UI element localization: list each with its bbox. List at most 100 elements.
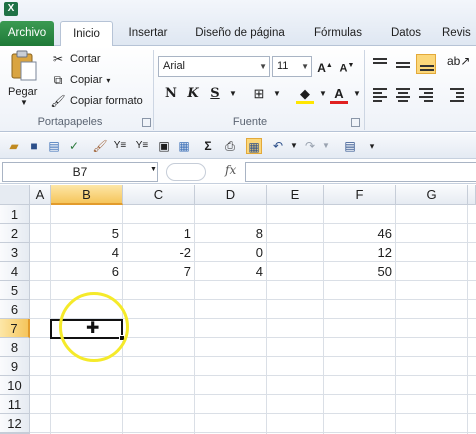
group-divider bbox=[153, 50, 154, 130]
format-painter-button[interactable]: 🖌 Copiar formato bbox=[50, 91, 142, 111]
formula-bar: B7 ▼ fx bbox=[0, 160, 476, 184]
filter-icon[interactable]: Y≡ bbox=[112, 138, 128, 154]
column-header-h[interactable] bbox=[468, 185, 476, 205]
align-right-icon[interactable] bbox=[416, 84, 436, 104]
row-header-8[interactable]: 8 bbox=[0, 338, 30, 357]
row-header-1[interactable]: 1 bbox=[0, 205, 30, 224]
chevron-down-icon[interactable]: ▼ bbox=[268, 84, 286, 104]
row-header-10[interactable]: 10 bbox=[0, 376, 30, 395]
align-center-icon[interactable] bbox=[393, 84, 413, 104]
fill-color-icon[interactable]: ◆ bbox=[296, 84, 314, 104]
column-header-a[interactable]: A bbox=[30, 185, 51, 205]
print-icon[interactable]: ⎙ bbox=[222, 138, 238, 154]
font-launcher-icon[interactable] bbox=[351, 118, 360, 127]
font-group-label: Fuente bbox=[232, 116, 268, 128]
tab-page-layout[interactable]: Diseño de página bbox=[188, 21, 292, 46]
tab-data[interactable]: Datos bbox=[383, 21, 429, 46]
chevron-down-icon[interactable]: ▼ bbox=[318, 138, 334, 154]
table-icon[interactable]: ▦ bbox=[176, 138, 192, 154]
print-preview-icon[interactable]: ▤ bbox=[46, 138, 62, 154]
redo-icon[interactable]: ↷ bbox=[302, 138, 318, 154]
grid-view-icon[interactable]: ▦ bbox=[246, 138, 262, 154]
customize-toolbar-icon[interactable]: ▾ bbox=[364, 138, 380, 154]
borders-icon[interactable]: ⊞ bbox=[250, 84, 268, 104]
row-header-6[interactable]: 6 bbox=[0, 300, 30, 319]
row-header-2[interactable]: 2 bbox=[0, 224, 30, 243]
row-header-11[interactable]: 11 bbox=[0, 395, 30, 414]
group-divider bbox=[364, 50, 365, 130]
name-box[interactable]: B7 bbox=[2, 162, 158, 182]
cell-d2[interactable]: 8 bbox=[195, 224, 267, 243]
font-color-icon[interactable]: A bbox=[330, 84, 348, 104]
excel-logo-icon: X bbox=[4, 2, 18, 16]
open-folder-icon[interactable]: ▰ bbox=[6, 138, 22, 154]
cut-button[interactable]: ✂ Cortar bbox=[50, 49, 101, 69]
font-size-combo[interactable]: 11 ▼ bbox=[272, 56, 312, 77]
decrease-indent-icon[interactable] bbox=[447, 84, 467, 104]
name-box-chevron-icon[interactable]: ▼ bbox=[150, 166, 157, 173]
tab-review[interactable]: Revis bbox=[442, 21, 476, 46]
tab-insert[interactable]: Insertar bbox=[120, 21, 176, 46]
shrink-font-icon[interactable]: A▼ bbox=[338, 56, 356, 76]
chevron-down-icon[interactable]: ▼ bbox=[286, 138, 302, 154]
orientation-icon[interactable]: ab↗ bbox=[447, 54, 470, 74]
clipboard-launcher-icon[interactable] bbox=[142, 118, 151, 127]
align-left-icon[interactable] bbox=[370, 84, 390, 104]
row-header-3[interactable]: 3 bbox=[0, 243, 30, 262]
row-header-4[interactable]: 4 bbox=[0, 262, 30, 281]
undo-icon[interactable]: ↶ bbox=[270, 138, 286, 154]
insert-function-icon[interactable]: fx bbox=[225, 163, 236, 177]
format-painter-icon[interactable]: 🖌 bbox=[92, 138, 108, 154]
sort-filter-icon[interactable]: Y≡ bbox=[134, 138, 150, 154]
column-header-e[interactable]: E bbox=[267, 185, 324, 205]
paste-button[interactable]: Pegar ▼ bbox=[6, 50, 42, 108]
save-icon[interactable]: ■ bbox=[26, 138, 42, 154]
autosum-icon[interactable]: Σ bbox=[200, 138, 216, 154]
row-header-12[interactable]: 12 bbox=[0, 414, 30, 433]
grow-font-icon[interactable]: A▲ bbox=[316, 56, 334, 76]
formula-input[interactable] bbox=[245, 162, 476, 182]
chevron-down-icon: ▾ bbox=[106, 75, 111, 85]
chevron-down-icon[interactable]: ▼ bbox=[224, 84, 242, 104]
spelling-icon[interactable]: ✓ bbox=[66, 138, 82, 154]
select-all-corner[interactable] bbox=[0, 185, 30, 205]
italic-button[interactable]: K bbox=[184, 84, 202, 104]
row-header-9[interactable]: 9 bbox=[0, 357, 30, 376]
row-header-7[interactable]: 7 bbox=[0, 319, 30, 338]
gridline bbox=[30, 413, 476, 414]
worksheet-grid[interactable]: A B C D E F G 1 2 3 4 5 6 7 8 9 10 11 12… bbox=[0, 185, 476, 434]
underline-button[interactable]: S bbox=[206, 84, 224, 104]
cell-f4[interactable]: 50 bbox=[324, 262, 396, 281]
column-header-d[interactable]: D bbox=[195, 185, 267, 205]
camera-icon[interactable]: ▣ bbox=[156, 138, 172, 154]
tab-formulas[interactable]: Fórmulas bbox=[305, 21, 371, 46]
tab-file[interactable]: Archivo bbox=[0, 21, 54, 46]
column-header-g[interactable]: G bbox=[396, 185, 468, 205]
cell-d3[interactable]: 0 bbox=[195, 243, 267, 262]
cell-b2[interactable]: 5 bbox=[51, 224, 123, 243]
cell-d4[interactable]: 4 bbox=[195, 262, 267, 281]
cell-b3[interactable]: 4 bbox=[51, 243, 123, 262]
copy-button[interactable]: ⧉ Copiar ▾ bbox=[50, 70, 111, 90]
align-bottom-icon[interactable] bbox=[416, 54, 436, 74]
cell-b4[interactable]: 6 bbox=[51, 262, 123, 281]
cell-c4[interactable]: 7 bbox=[123, 262, 195, 281]
cell-c3[interactable]: -2 bbox=[123, 243, 195, 262]
chevron-down-icon: ▼ bbox=[20, 98, 28, 107]
tab-home[interactable]: Inicio bbox=[60, 21, 113, 47]
cell-c2[interactable]: 1 bbox=[123, 224, 195, 243]
cell-f3[interactable]: 12 bbox=[324, 243, 396, 262]
bold-button[interactable]: N bbox=[162, 84, 180, 104]
cell-f2[interactable]: 46 bbox=[324, 224, 396, 243]
align-middle-icon[interactable] bbox=[393, 54, 413, 74]
align-top-icon[interactable] bbox=[370, 54, 390, 74]
font-name-combo[interactable]: Arial ▼ bbox=[158, 56, 270, 77]
properties-icon[interactable]: ▤ bbox=[342, 138, 358, 154]
row-header-5[interactable]: 5 bbox=[0, 281, 30, 300]
clipboard-group-label: Portapapeles bbox=[37, 116, 103, 128]
chevron-down-icon: ▼ bbox=[259, 62, 267, 71]
column-header-c[interactable]: C bbox=[123, 185, 195, 205]
quick-access-toolbar: ▰ ■ ▤ ✓ 🖌 Y≡ Y≡ ▣ ▦ Σ ⎙ ▦ ↶ ▼ ↷ ▼ ▤ ▾ bbox=[0, 133, 476, 159]
column-header-f[interactable]: F bbox=[324, 185, 396, 205]
column-header-b[interactable]: B bbox=[51, 185, 123, 205]
